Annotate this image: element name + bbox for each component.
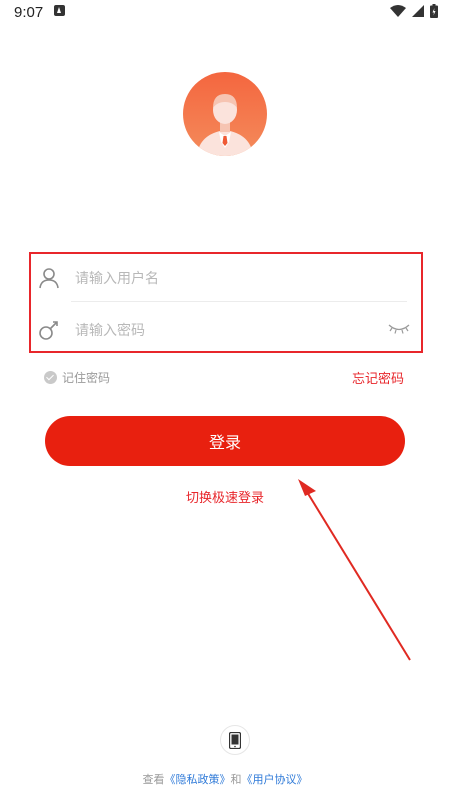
status-time: 9:07 bbox=[14, 4, 44, 21]
wifi-icon bbox=[390, 5, 406, 17]
phone-icon bbox=[229, 732, 241, 749]
notification-icon bbox=[54, 5, 65, 16]
password-input[interactable] bbox=[73, 317, 377, 345]
key-icon bbox=[39, 321, 58, 340]
footer-agreement: 查看《隐私政策》和《用户协议》 bbox=[0, 771, 450, 787]
battery-icon bbox=[430, 4, 438, 18]
username-row bbox=[31, 254, 421, 302]
status-icons bbox=[390, 4, 438, 18]
check-icon bbox=[44, 371, 57, 384]
remember-password-label: 记住密码 bbox=[62, 371, 111, 385]
password-row bbox=[31, 306, 421, 354]
footer-conj: 和 bbox=[230, 773, 242, 786]
switch-quick-login-link[interactable]: 切换极速登录 bbox=[0, 487, 450, 506]
username-input[interactable] bbox=[73, 265, 377, 293]
user-icon bbox=[39, 268, 59, 289]
login-button[interactable]: 登录 bbox=[45, 416, 405, 466]
footer-prefix: 查看 bbox=[142, 773, 165, 786]
user-agreement-link[interactable]: 《用户协议》 bbox=[242, 773, 308, 786]
privacy-policy-link[interactable]: 《隐私政策》 bbox=[165, 773, 231, 786]
status-bar: 9:07 bbox=[0, 0, 450, 24]
avatar-icon bbox=[183, 72, 267, 156]
signal-icon bbox=[412, 5, 424, 17]
username-divider bbox=[71, 301, 407, 302]
eye-closed-icon[interactable] bbox=[387, 322, 411, 336]
login-form bbox=[29, 252, 423, 353]
remember-password-toggle[interactable]: 记住密码 bbox=[44, 369, 110, 386]
phone-login-button[interactable] bbox=[220, 725, 250, 755]
forgot-password-link[interactable]: 忘记密码 bbox=[352, 368, 404, 387]
